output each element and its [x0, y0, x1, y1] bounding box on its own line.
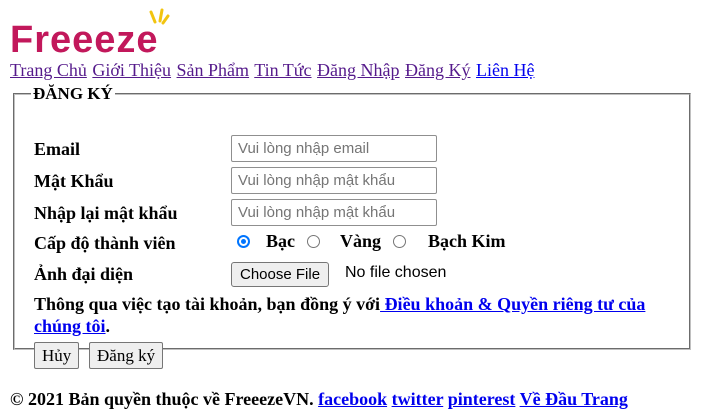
footer-copyright: © 2021 Bản quyền thuộc về FreeezeVN. — [10, 389, 314, 409]
cancel-button[interactable]: Hủy — [34, 342, 80, 369]
nav-about[interactable]: Giới Thiệu — [92, 60, 171, 80]
choose-file-button[interactable]: Choose File — [231, 262, 330, 287]
footer: © 2021 Bản quyền thuộc về FreeezeVN. fac… — [10, 389, 628, 410]
logo: Freeeze — [10, 8, 186, 58]
terms-text: Thông qua việc tạo tài khoản, bạn đồng ý… — [34, 293, 684, 337]
member-level-label: Cấp độ thành viên — [34, 233, 176, 253]
nav-products[interactable]: Sản Phẩm — [177, 60, 250, 80]
password-label: Mật Khẩu — [34, 171, 114, 191]
level-platinum-radio[interactable] — [393, 235, 407, 248]
avatar-label: Ảnh đại diện — [34, 264, 134, 284]
nav-login[interactable]: Đăng Nhập — [317, 60, 399, 80]
footer-pinterest-link[interactable]: pinterest — [448, 389, 516, 409]
confirm-password-input[interactable] — [231, 199, 437, 226]
level-silver-radio[interactable] — [237, 235, 250, 248]
footer-facebook-link[interactable]: facebook — [318, 389, 387, 409]
nav-news[interactable]: Tin Tức — [254, 60, 311, 80]
email-input[interactable] — [231, 135, 437, 162]
email-label: Email — [34, 139, 81, 159]
confirm-password-label: Nhập lại mật khẩu — [34, 203, 178, 223]
register-form: ĐĂNG KÝ Email Mật Khẩu Nhập lại mật khẩu… — [13, 84, 691, 369]
file-status-text: No file chosen — [345, 264, 447, 281]
logo-text: Freeeze — [10, 19, 159, 58]
submit-button[interactable]: Đăng ký — [89, 342, 164, 369]
level-silver-label: Bạc — [266, 231, 295, 251]
nav-home[interactable]: Trang Chủ — [10, 60, 87, 80]
form-legend: ĐĂNG KÝ — [33, 84, 113, 103]
member-level-group: Bạc Vàng Bạch Kim — [237, 231, 506, 252]
nav-register[interactable]: Đăng Ký — [405, 60, 471, 80]
level-gold-radio[interactable] — [307, 235, 320, 248]
terms-suffix: . — [105, 316, 111, 336]
footer-twitter-link[interactable]: twitter — [392, 389, 444, 409]
password-input[interactable] — [231, 167, 437, 194]
back-to-top-link[interactable]: Về Đầu Trang — [520, 389, 628, 409]
main-nav: Trang Chủ Giới Thiệu Sản Phẩm Tin Tức Đă… — [10, 60, 536, 81]
level-platinum-label: Bạch Kim — [428, 231, 506, 251]
nav-contact[interactable]: Liên Hệ — [476, 60, 534, 80]
terms-prefix: Thông qua việc tạo tài khoản, bạn đồng ý… — [34, 294, 381, 314]
level-gold-label: Vàng — [340, 231, 382, 251]
